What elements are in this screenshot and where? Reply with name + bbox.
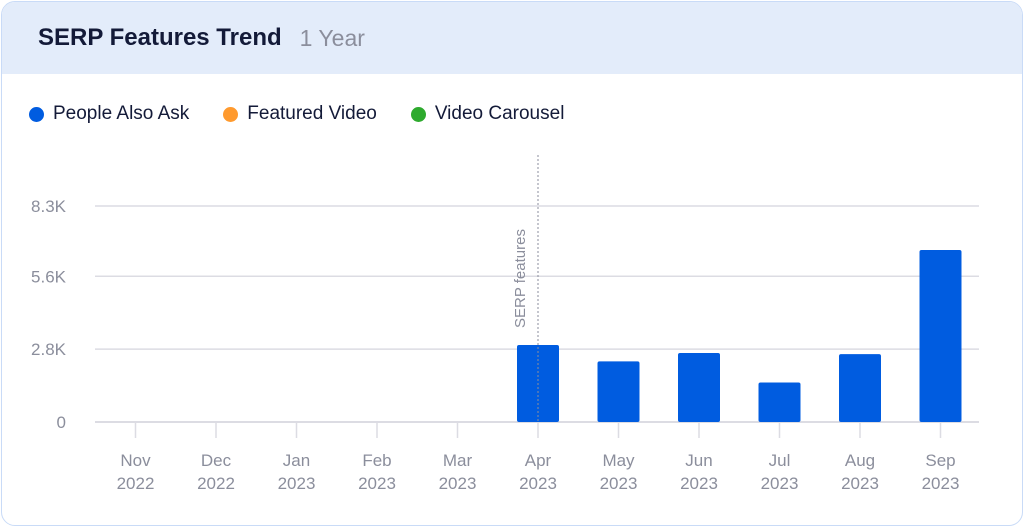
- bar-people-also-ask: [597, 361, 640, 422]
- y-tick-label: 8.3K: [31, 197, 67, 216]
- x-tick-label-month: May: [602, 451, 635, 470]
- x-tick-label-month: Mar: [443, 451, 473, 470]
- bar-people-also-ask: [678, 353, 720, 422]
- x-tick-label-year: 2022: [197, 474, 235, 493]
- x-tick-label-month: Apr: [525, 451, 552, 470]
- x-tick-label-month: Aug: [845, 451, 875, 470]
- x-tick-label-year: 2023: [519, 474, 557, 493]
- x-tick-label-month: Jan: [283, 451, 310, 470]
- x-tick-label-year: 2023: [841, 474, 879, 493]
- x-tick-label-month: Sep: [925, 451, 955, 470]
- x-tick-label-year: 2023: [439, 474, 477, 493]
- bar-people-also-ask: [919, 249, 962, 422]
- x-tick-label-year: 2023: [278, 474, 316, 493]
- bar-people-also-ask: [758, 382, 801, 422]
- x-tick-label-year: 2023: [600, 474, 638, 493]
- x-tick-label-month: Jul: [769, 451, 791, 470]
- bar-chart: 0 2.8K 5.6K 8.3K Nov 2022 Dec 2022 Jan 2023 Feb 202…: [31, 155, 979, 493]
- x-tick-label-year: 2023: [358, 474, 396, 493]
- x-tick-label-month: Dec: [201, 451, 232, 470]
- x-tick-label-year: 2022: [117, 474, 155, 493]
- y-tick-label: 5.6K: [31, 267, 67, 286]
- x-tick-label-year: 2023: [922, 474, 960, 493]
- y-tick-label: 2.8K: [31, 340, 67, 359]
- annotation-label: SERP features: [512, 229, 529, 328]
- x-tick-label-month: Nov: [120, 451, 151, 470]
- y-tick-label: 0: [57, 413, 66, 432]
- x-tick-label-year: 2023: [680, 474, 718, 493]
- x-tick-label-month: Feb: [362, 451, 391, 470]
- bar-people-also-ask: [839, 354, 881, 422]
- x-tick-label-month: Jun: [685, 451, 712, 470]
- x-tick-label-year: 2023: [761, 474, 799, 493]
